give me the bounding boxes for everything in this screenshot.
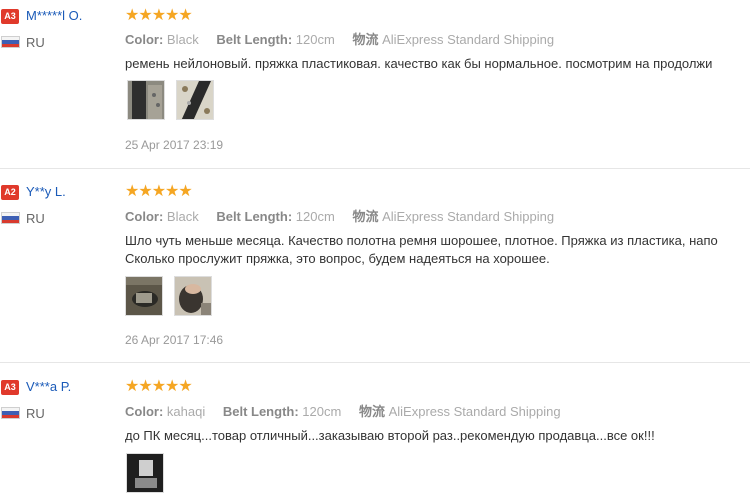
reviewer-name[interactable]: Y**y L.: [26, 184, 66, 199]
russia-flag-icon: [1, 212, 20, 224]
review-text: до ПК месяц...товар отличный...заказываю…: [125, 428, 655, 443]
review-photo-thumbnail[interactable]: [127, 80, 165, 120]
rating-stars: ★★★★★: [125, 378, 193, 395]
color-label: Color:: [125, 404, 164, 419]
order-info: Color: Black Belt Length: 120cm 物流 AliEx…: [125, 29, 568, 48]
reviewer-country: RU: [26, 406, 45, 421]
shipping-label: 物流: [358, 404, 385, 419]
belt-length-value: 120cm: [302, 404, 342, 419]
review-photo-thumbnail[interactable]: [174, 276, 212, 316]
review-date: 26 Apr 2017 17:46: [125, 333, 224, 347]
reviewer-country: RU: [26, 35, 45, 50]
buyer-level-badge: A3: [1, 380, 19, 395]
color-value: Black: [166, 209, 199, 224]
russia-flag-icon: [1, 407, 20, 419]
review-text: ремень нейлоновый. пряжка пластиковая. к…: [125, 56, 713, 71]
review-item: A3 M*****l O. RU ★★★★★ Color: Black Belt…: [0, 0, 750, 168]
review-photo-thumbnail[interactable]: [176, 80, 214, 120]
color-value: kahaqi: [166, 404, 206, 419]
color-label: Color:: [125, 209, 164, 224]
reviewer-name[interactable]: V***a P.: [26, 379, 71, 394]
review-item: A3 V***a P. RU ★★★★★ Color: kahaqi Belt …: [0, 365, 750, 495]
review-photo-thumbnail[interactable]: [125, 276, 163, 316]
order-info: Color: Black Belt Length: 120cm 物流 AliEx…: [125, 206, 568, 225]
review-divider: [0, 168, 750, 169]
shipping-label: 物流: [352, 209, 379, 224]
shipping-value: AliExpress Standard Shipping: [382, 209, 555, 224]
reviewer-name[interactable]: M*****l O.: [26, 8, 82, 23]
review-text: Шло чуть меньше месяца. Качество полотна…: [125, 233, 718, 248]
order-info: Color: kahaqi Belt Length: 120cm 物流 AliE…: [125, 401, 575, 420]
buyer-level-badge: A3: [1, 9, 19, 24]
color-value: Black: [166, 32, 199, 47]
belt-length-label: Belt Length:: [222, 404, 299, 419]
buyer-level-badge: A2: [1, 185, 19, 200]
belt-length-value: 120cm: [295, 209, 335, 224]
rating-stars: ★★★★★: [125, 183, 193, 200]
belt-length-value: 120cm: [295, 32, 335, 47]
shipping-value: AliExpress Standard Shipping: [382, 32, 555, 47]
rating-stars: ★★★★★: [125, 7, 193, 24]
shipping-label: 物流: [352, 32, 379, 47]
belt-length-label: Belt Length:: [216, 32, 293, 47]
reviewer-country: RU: [26, 211, 45, 226]
color-label: Color:: [125, 32, 164, 47]
shipping-value: AliExpress Standard Shipping: [388, 404, 561, 419]
review-text: Сколько прослужит пряжка, это вопрос, бу…: [125, 251, 550, 266]
review-date: 25 Apr 2017 23:19: [125, 138, 224, 152]
review-photo-thumbnail[interactable]: [126, 453, 164, 493]
review-item: A2 Y**y L. RU ★★★★★ Color: Black Belt Le…: [0, 170, 750, 355]
review-divider: [0, 362, 750, 363]
russia-flag-icon: [1, 36, 20, 48]
belt-length-label: Belt Length:: [216, 209, 293, 224]
